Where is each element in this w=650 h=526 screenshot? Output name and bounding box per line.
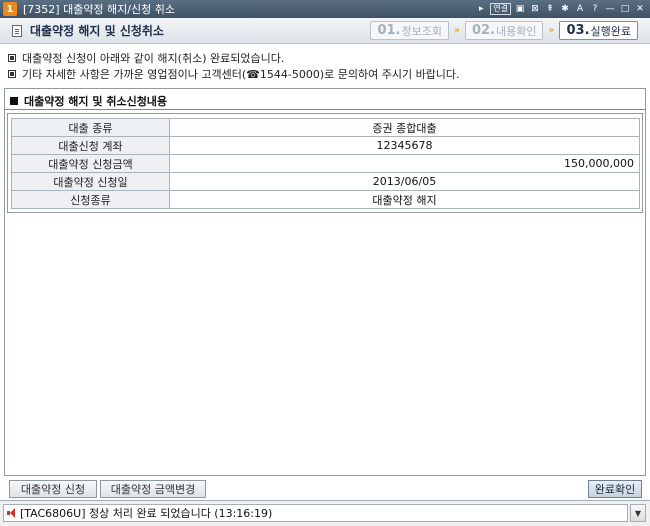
loan-apply-button[interactable]: 대출약정 신청 (9, 480, 97, 498)
window-title-bar: 1 [7352] 대출약정 해지/신청 취소 ▸ 연결 ▣ ⊠ ⇞ ✱ A ? … (0, 0, 650, 18)
help-icon[interactable]: ? (589, 2, 601, 15)
font-icon[interactable]: A (574, 2, 586, 15)
save-icon[interactable]: ▣ (514, 2, 526, 15)
bullet-icon (8, 70, 16, 78)
row-value: 증권 종합대출 (169, 118, 640, 137)
status-message: [TAC6806U] 정상 처리 완료 되었습니다 (13:16:19) (20, 507, 273, 520)
window-controls: ▸ 연결 ▣ ⊠ ⇞ ✱ A ? — □ ✕ (475, 2, 646, 15)
details-panel: 대출 종류 증권 종합대출 대출신청 계좌 12345678 대출약정 신청금액… (7, 113, 643, 213)
table-row: 대출약정 신청금액 150,000,000 (11, 154, 640, 173)
step-2: 02. 내용확인 (464, 21, 544, 40)
loan-amount-change-button[interactable]: 대출약정 금액변경 (100, 480, 206, 498)
minimize-icon[interactable]: — (604, 2, 616, 15)
status-bar: [TAC6806U] 정상 처리 완료 되었습니다 (13:16:19) ▼ (0, 500, 650, 526)
step-3-label: 실행완료 (590, 24, 631, 38)
print-icon[interactable]: ⊠ (529, 2, 541, 15)
step-3: 03. 실행완료 (559, 21, 638, 40)
step-2-number: 02. (471, 23, 495, 38)
square-bullet-icon (10, 97, 18, 105)
window-number-badge: 1 (3, 2, 17, 16)
notice-item: 기타 자세한 사항은 가까운 영업점이나 고객센터(☎1544-5000)로 문… (8, 66, 460, 82)
window-title: [7352] 대출약정 해지/신청 취소 (23, 3, 175, 16)
row-value: 12345678 (169, 136, 640, 155)
double-chevron-icon: » (548, 25, 555, 36)
close-icon[interactable]: ✕ (634, 2, 646, 15)
notice-text: 기타 자세한 사항은 가까운 영업점이나 고객센터(☎1544-5000)로 문… (22, 68, 460, 81)
nav-arrow-icon[interactable]: ▸ (475, 2, 487, 15)
row-value: 2013/06/05 (169, 172, 640, 191)
status-message-box: [TAC6806U] 정상 처리 완료 되었습니다 (13:16:19) (3, 504, 628, 522)
step-indicator: 01. 정보조회 » 02. 내용확인 » 03. 실행완료 (370, 21, 638, 40)
screen-header: 대출약정 해지 및 신청취소 01. 정보조회 » 02. 내용확인 » 03.… (0, 18, 650, 44)
step-3-number: 03. (566, 23, 590, 38)
row-label: 대출신청 계좌 (11, 136, 170, 155)
row-label: 신청종류 (11, 190, 170, 209)
row-value: 150,000,000 (169, 154, 640, 173)
pin-icon[interactable]: ⇞ (544, 2, 556, 15)
link-button[interactable]: 연결 (490, 2, 511, 15)
step-2-label: 내용확인 (496, 24, 537, 38)
speaker-icon (7, 508, 17, 518)
double-chevron-icon: » (453, 25, 461, 36)
maximize-icon[interactable]: □ (619, 2, 631, 15)
bullet-icon (8, 54, 16, 62)
confirm-complete-button[interactable]: 완료확인 (588, 480, 642, 498)
row-label: 대출 종류 (11, 118, 170, 137)
page-title: 대출약정 해지 및 신청취소 (30, 24, 164, 38)
table-row: 대출신청 계좌 12345678 (11, 136, 640, 155)
details-table: 대출 종류 증권 종합대출 대출신청 계좌 12345678 대출약정 신청금액… (11, 118, 640, 209)
section-title-text: 대출약정 해지 및 취소신청내용 (24, 95, 168, 108)
table-row: 대출 종류 증권 종합대출 (11, 118, 640, 137)
step-1-number: 01. (377, 23, 401, 38)
table-row: 대출약정 신청일 2013/06/05 (11, 172, 640, 191)
notice-text: 대출약정 신청이 아래와 같이 해지(취소) 완료되었습니다. (22, 52, 285, 65)
notice-messages: 대출약정 신청이 아래와 같이 해지(취소) 완료되었습니다. 기타 자세한 사… (8, 50, 460, 82)
step-1: 01. 정보조회 (370, 21, 449, 40)
row-label: 대출약정 신청일 (11, 172, 170, 191)
status-history-dropdown[interactable]: ▼ (630, 504, 646, 522)
section-title: 대출약정 해지 및 취소신청내용 (10, 93, 167, 109)
gear-icon[interactable]: ✱ (559, 2, 571, 15)
row-label: 대출약정 신청금액 (11, 154, 170, 173)
notice-item: 대출약정 신청이 아래와 같이 해지(취소) 완료되었습니다. (8, 50, 460, 66)
section-divider (4, 109, 645, 110)
table-row: 신청종류 대출약정 해지 (11, 190, 640, 209)
step-1-label: 정보조회 (401, 24, 442, 38)
document-icon (12, 24, 22, 37)
row-value: 대출약정 해지 (169, 190, 640, 209)
